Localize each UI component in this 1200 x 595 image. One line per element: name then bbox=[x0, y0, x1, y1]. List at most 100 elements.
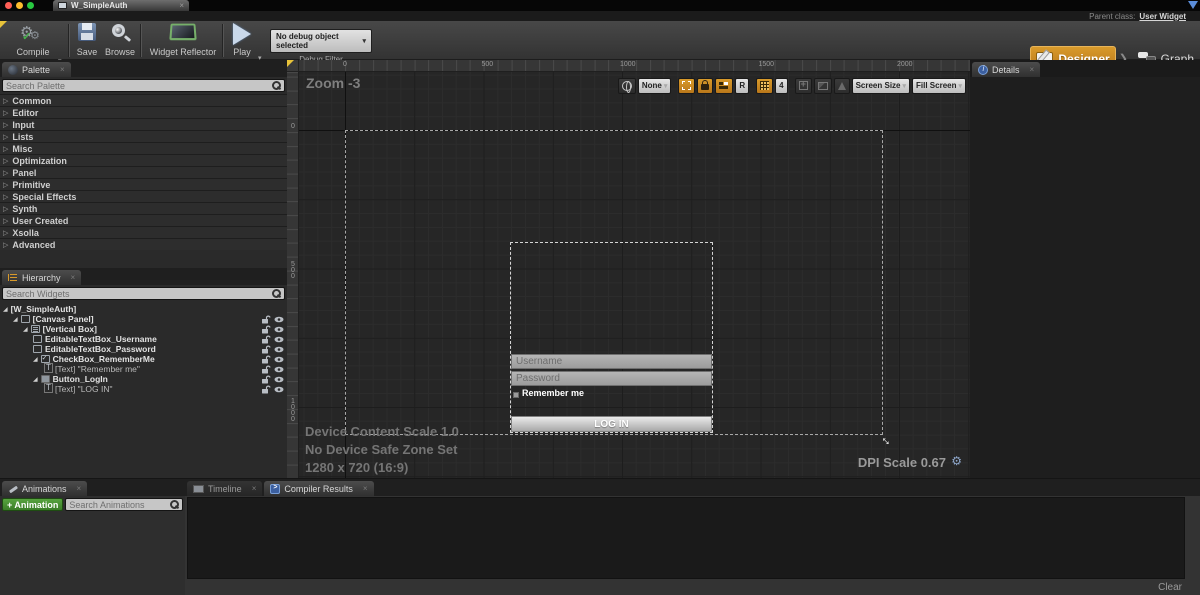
window-zoom-button[interactable] bbox=[27, 2, 34, 9]
unlock-icon[interactable] bbox=[261, 385, 271, 394]
clear-button[interactable]: Clear bbox=[1158, 582, 1182, 593]
hierarchy-row-textlogin[interactable]: [Text] "LOG IN" bbox=[0, 384, 287, 394]
hierarchy-row-w_simpleauth[interactable]: ◢[W_SimpleAuth] bbox=[0, 304, 287, 314]
expander-arrow-icon[interactable]: ◢ bbox=[3, 306, 8, 313]
hierarchy-row-editabletextbox_username[interactable]: EditableTextBox_Username bbox=[0, 334, 287, 344]
hierarchy-row-textrememberme[interactable]: [Text] "Remember me" bbox=[0, 364, 287, 374]
rotation-mode-button[interactable]: R bbox=[735, 78, 749, 94]
expander-arrow-icon[interactable]: ▷ bbox=[3, 133, 8, 141]
palette-search-input[interactable]: Search Palette bbox=[2, 79, 285, 92]
palette-category-input[interactable]: ▷Input bbox=[0, 118, 287, 130]
palette-category-advanced[interactable]: ▷Advanced bbox=[0, 238, 287, 250]
username-textbox-preview[interactable]: Username bbox=[511, 354, 712, 369]
tab-details[interactable]: Details × bbox=[972, 62, 1040, 77]
password-textbox-preview[interactable]: Password bbox=[511, 371, 712, 386]
tab-close-icon[interactable]: × bbox=[179, 1, 184, 10]
grid-snap-size-dropdown[interactable]: 4 bbox=[775, 78, 787, 94]
tab-timeline[interactable]: Timeline × bbox=[187, 481, 262, 496]
expander-arrow-icon[interactable]: ▷ bbox=[3, 229, 8, 237]
unlock-icon[interactable] bbox=[261, 325, 271, 334]
screen-size-dropdown[interactable]: Screen Size▾ bbox=[852, 78, 910, 94]
palette-category-misc[interactable]: ▷Misc bbox=[0, 142, 287, 154]
browse-button[interactable]: Browse bbox=[102, 23, 138, 58]
tab-close-icon[interactable]: × bbox=[60, 65, 65, 74]
visibility-eye-icon[interactable] bbox=[274, 345, 284, 354]
expander-arrow-icon[interactable]: ▷ bbox=[3, 97, 8, 105]
unlock-icon[interactable] bbox=[261, 375, 271, 384]
unlock-icon[interactable] bbox=[261, 335, 271, 344]
tab-compiler-results[interactable]: Compiler Results × bbox=[264, 481, 373, 496]
grid-snap-toggle-button[interactable] bbox=[756, 78, 773, 94]
flip-preview-button[interactable] bbox=[834, 78, 850, 94]
add-animation-button[interactable]: + Animation bbox=[2, 498, 63, 511]
window-close-button[interactable] bbox=[5, 2, 12, 9]
zoom-to-fit-button[interactable] bbox=[795, 78, 812, 94]
expander-arrow-icon[interactable]: ▷ bbox=[3, 145, 8, 153]
expander-arrow-icon[interactable]: ▷ bbox=[3, 157, 8, 165]
expander-arrow-icon[interactable]: ▷ bbox=[3, 217, 8, 225]
expander-arrow-icon[interactable]: ▷ bbox=[3, 241, 8, 249]
hierarchy-search-input[interactable]: Search Widgets bbox=[2, 287, 285, 300]
visibility-eye-icon[interactable] bbox=[274, 375, 284, 384]
palette-category-common[interactable]: ▷Common bbox=[0, 94, 287, 106]
visibility-eye-icon[interactable] bbox=[274, 365, 284, 374]
remember-me-checkbox-preview[interactable] bbox=[513, 392, 519, 398]
expander-arrow-icon[interactable]: ◢ bbox=[23, 326, 28, 333]
tab-hierarchy[interactable]: Hierarchy × bbox=[2, 270, 81, 285]
hierarchy-row-editabletextbox_password[interactable]: EditableTextBox_Password bbox=[0, 344, 287, 354]
visibility-eye-icon[interactable] bbox=[274, 385, 284, 394]
expander-arrow-icon[interactable]: ▷ bbox=[3, 205, 8, 213]
respect-locks-button[interactable] bbox=[715, 78, 733, 94]
hierarchy-row-canvaspanel[interactable]: ◢[Canvas Panel] bbox=[0, 314, 287, 324]
play-button[interactable]: Play bbox=[228, 23, 256, 58]
vertical-box-selection-outline[interactable] bbox=[510, 242, 713, 433]
unlock-icon[interactable] bbox=[261, 365, 271, 374]
palette-category-primitive[interactable]: ▷Primitive bbox=[0, 178, 287, 190]
tab-close-icon[interactable]: × bbox=[71, 273, 76, 282]
palette-category-panel[interactable]: ▷Panel bbox=[0, 166, 287, 178]
palette-category-special-effects[interactable]: ▷Special Effects bbox=[0, 190, 287, 202]
hierarchy-row-verticalbox[interactable]: ◢[Vertical Box] bbox=[0, 324, 287, 334]
lock-widgets-button[interactable] bbox=[697, 78, 713, 94]
expander-arrow-icon[interactable]: ▷ bbox=[3, 169, 8, 177]
palette-category-xsolla[interactable]: ▷Xsolla bbox=[0, 226, 287, 238]
unlock-icon[interactable] bbox=[261, 355, 271, 364]
widget-reflector-button[interactable]: Widget Reflector bbox=[146, 23, 220, 58]
save-button[interactable]: Save bbox=[72, 23, 102, 58]
visibility-eye-icon[interactable] bbox=[274, 315, 284, 324]
window-minimize-button[interactable] bbox=[16, 2, 23, 9]
outline-toggle-button[interactable] bbox=[678, 78, 695, 94]
unlock-icon[interactable] bbox=[261, 345, 271, 354]
expander-arrow-icon[interactable]: ◢ bbox=[13, 316, 18, 323]
localization-dropdown[interactable]: None▾ bbox=[638, 78, 672, 94]
expander-arrow-icon[interactable]: ◢ bbox=[33, 356, 38, 363]
palette-category-synth[interactable]: ▷Synth bbox=[0, 202, 287, 214]
palette-category-lists[interactable]: ▷Lists bbox=[0, 130, 287, 142]
expander-arrow-icon[interactable]: ▷ bbox=[3, 181, 8, 189]
palette-category-editor[interactable]: ▷Editor bbox=[0, 106, 287, 118]
preview-background-button[interactable] bbox=[814, 78, 832, 94]
expander-arrow-icon[interactable]: ▷ bbox=[3, 193, 8, 201]
tab-animations[interactable]: Animations × bbox=[2, 481, 87, 496]
compile-button[interactable]: ⚙⚙✓ Compile bbox=[8, 23, 58, 58]
dpi-settings-gear-icon[interactable]: ⚙ bbox=[951, 454, 962, 468]
tab-close-icon[interactable]: × bbox=[77, 484, 82, 493]
expander-arrow-icon[interactable]: ▷ bbox=[3, 109, 8, 117]
tab-close-icon[interactable]: × bbox=[252, 484, 257, 493]
fill-screen-dropdown[interactable]: Fill Screen▾ bbox=[912, 78, 966, 94]
login-button-preview[interactable]: LOG IN bbox=[511, 416, 712, 432]
asset-tab[interactable]: W_SimpleAuth × bbox=[53, 0, 189, 11]
tab-close-icon[interactable]: × bbox=[363, 484, 368, 493]
localization-preview-button[interactable] bbox=[618, 78, 636, 94]
palette-category-user-created[interactable]: ▷User Created bbox=[0, 214, 287, 226]
debug-object-dropdown[interactable]: No debug object selected ▾ bbox=[270, 29, 372, 53]
parent-class-link[interactable]: User Widget bbox=[1139, 12, 1186, 21]
visibility-eye-icon[interactable] bbox=[274, 355, 284, 364]
visibility-eye-icon[interactable] bbox=[274, 335, 284, 344]
expander-arrow-icon[interactable]: ◢ bbox=[33, 376, 38, 383]
animations-search-input[interactable]: Search Animations bbox=[65, 498, 183, 511]
design-canvas[interactable]: Zoom -3 None▾ R 4 Screen Size▾ Fill Scre… bbox=[299, 72, 970, 478]
palette-category-optimization[interactable]: ▷Optimization bbox=[0, 154, 287, 166]
expander-arrow-icon[interactable]: ▷ bbox=[3, 121, 8, 129]
tab-palette[interactable]: Palette × bbox=[2, 62, 71, 77]
